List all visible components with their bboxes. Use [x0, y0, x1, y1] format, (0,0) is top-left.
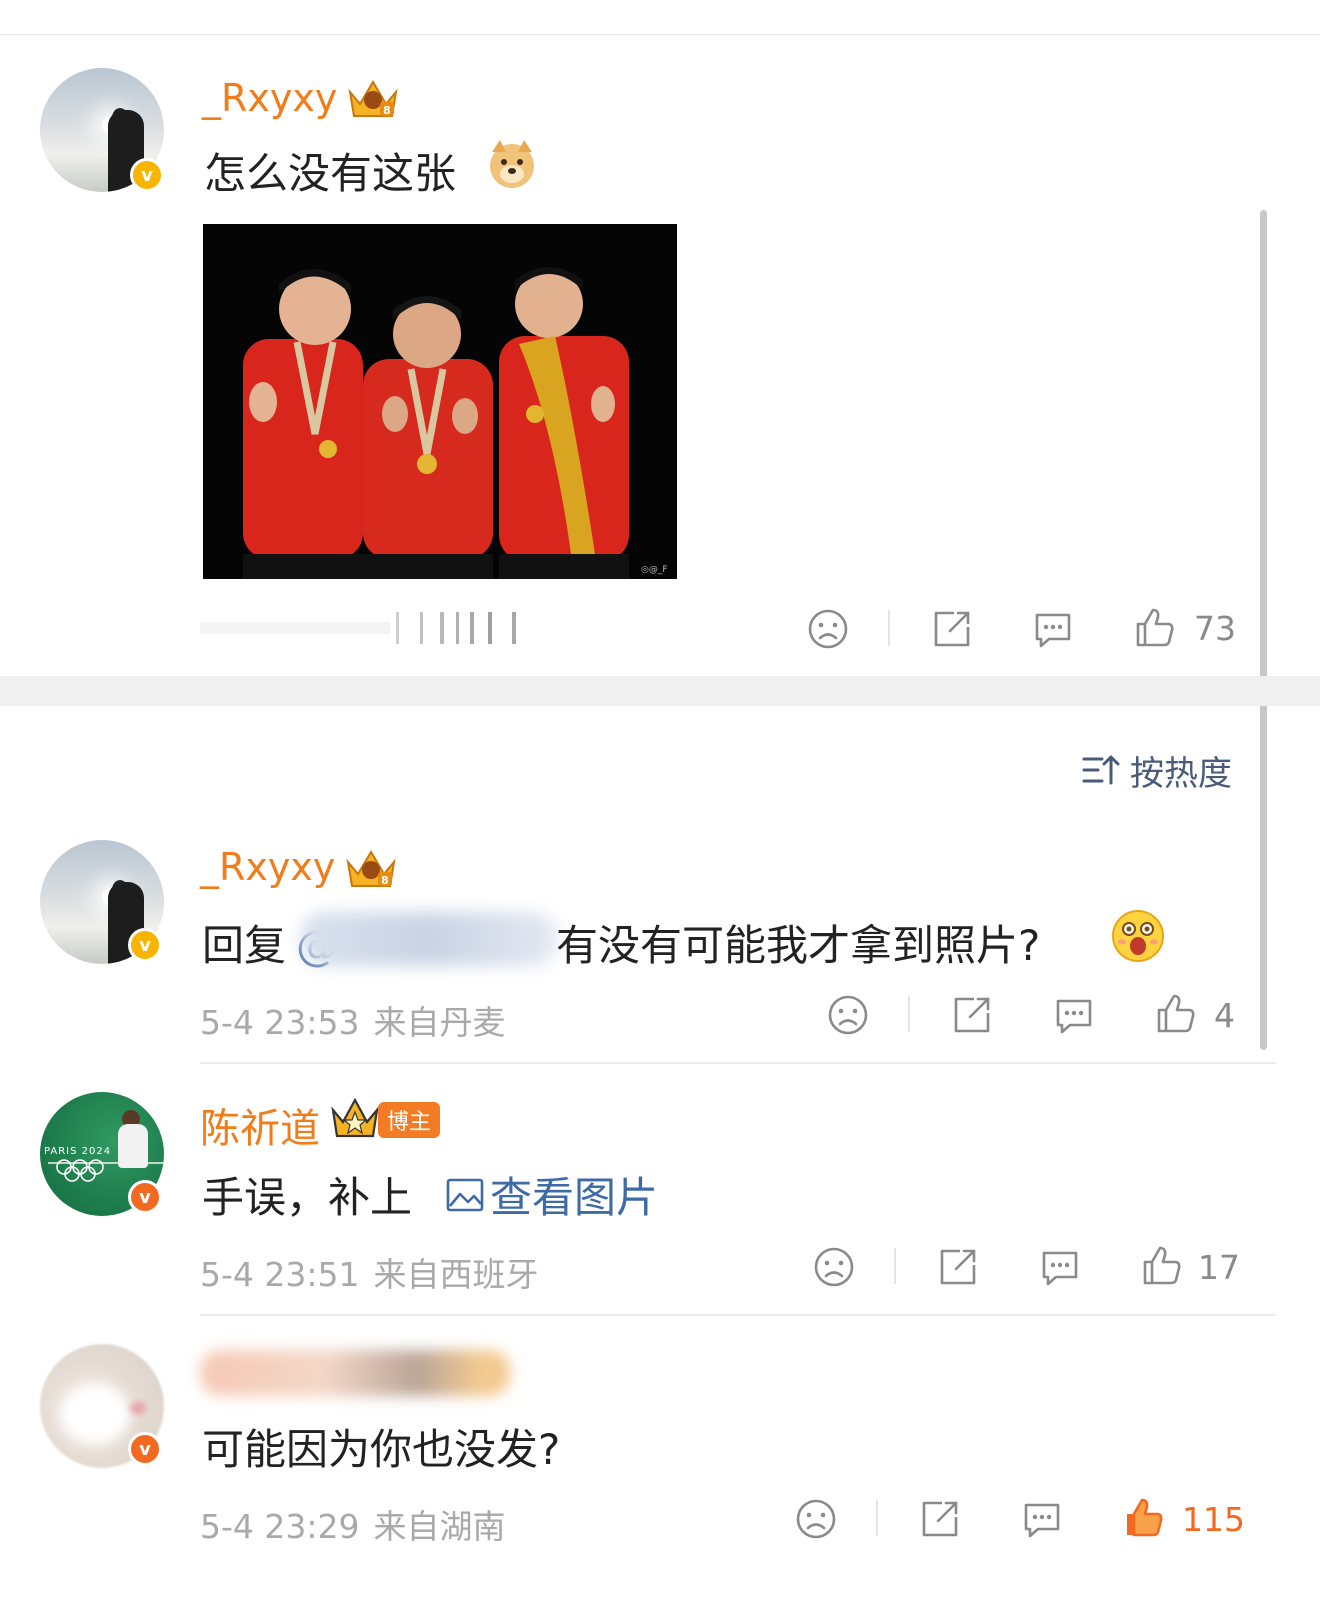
- comment-like-count: 115: [1182, 1500, 1245, 1539]
- svg-text:8: 8: [383, 104, 391, 117]
- share-icon[interactable]: [936, 1245, 980, 1289]
- view-image-link[interactable]: 查看图片: [444, 1164, 658, 1225]
- sort-icon: [1082, 755, 1120, 785]
- thumbs-up-icon[interactable]: [1122, 1495, 1166, 1539]
- comment-text: 手误，补上: [202, 1173, 413, 1222]
- comment-icon[interactable]: [1052, 993, 1096, 1037]
- thumbs-up-icon[interactable]: [1140, 1243, 1184, 1287]
- comment-location: 来自湖南: [373, 1507, 506, 1546]
- blogger-badge: 博主: [378, 1102, 440, 1138]
- crown-icon: [331, 1097, 379, 1138]
- verified-badge-icon: v: [128, 928, 162, 962]
- comment-icon[interactable]: [1038, 1245, 1082, 1289]
- sad-face-icon[interactable]: [806, 607, 850, 651]
- action-separator: [908, 996, 910, 1032]
- doge-emoji-icon: [490, 140, 534, 188]
- sad-face-icon[interactable]: [826, 993, 870, 1037]
- share-icon[interactable]: [918, 1497, 962, 1541]
- comment-time: 5-4 23:29: [200, 1507, 360, 1546]
- comment-text: 有没有可能我才拿到照片?: [556, 921, 1041, 970]
- blurred-mention: [300, 912, 558, 966]
- comment-divider: [200, 1314, 1276, 1316]
- action-separator: [888, 610, 890, 646]
- crown-icon: 8: [346, 850, 396, 887]
- comment-username[interactable]: 陈祈道: [200, 1096, 320, 1154]
- share-icon[interactable]: [930, 607, 974, 651]
- crown-icon: 8: [348, 80, 398, 117]
- sort-label: 按热度: [1130, 753, 1232, 794]
- svg-text:◎@_F: ◎@_F: [641, 565, 668, 575]
- comment-username[interactable]: _Rxyxy: [200, 845, 335, 889]
- comment-divider: [200, 1062, 1276, 1064]
- post-like-count: 73: [1194, 609, 1236, 648]
- post-text: 怎么没有这张: [204, 149, 457, 198]
- sad-face-icon[interactable]: [794, 1497, 838, 1541]
- comment-meta: 5-4 23:51 来自西班牙: [200, 1248, 539, 1296]
- verified-badge-icon: v: [130, 158, 164, 192]
- scrollbar[interactable]: [1260, 210, 1267, 1050]
- post-meta-faded: [200, 612, 516, 644]
- post-username[interactable]: _Rxyxy: [202, 76, 337, 120]
- comment-like-count: 17: [1198, 1248, 1240, 1287]
- post-image[interactable]: ◎@_F: [203, 224, 677, 579]
- comment-icon[interactable]: [1031, 607, 1075, 651]
- comment-meta: 5-4 23:53 来自丹麦: [200, 996, 506, 1044]
- comment-location: 来自丹麦: [373, 1003, 506, 1042]
- svg-text:8: 8: [381, 874, 389, 887]
- verified-badge-icon: v: [128, 1180, 162, 1214]
- surprised-emoji-icon: [1112, 910, 1164, 962]
- comment-location: 来自西班牙: [373, 1255, 539, 1294]
- verified-badge-icon: v: [128, 1432, 162, 1466]
- action-separator: [876, 1500, 878, 1536]
- comment-text: 可能因为你也没发?: [202, 1425, 561, 1474]
- sort-button[interactable]: 按热度: [1082, 748, 1232, 794]
- top-divider: [0, 34, 1320, 35]
- picture-icon: [446, 1178, 484, 1211]
- section-band: [0, 676, 1320, 706]
- sad-face-icon[interactable]: [812, 1245, 856, 1289]
- thumbs-up-icon[interactable]: [1133, 605, 1177, 649]
- blurred-username[interactable]: [200, 1350, 510, 1396]
- comment-time: 5-4 23:53: [200, 1003, 360, 1042]
- thumbs-up-icon[interactable]: [1154, 991, 1198, 1035]
- comment-meta: 5-4 23:29 来自湖南: [200, 1500, 506, 1548]
- comment-time: 5-4 23:51: [200, 1255, 360, 1294]
- action-separator: [894, 1248, 896, 1284]
- share-icon[interactable]: [950, 993, 994, 1037]
- comment-like-count: 4: [1214, 996, 1235, 1035]
- comment-icon[interactable]: [1020, 1497, 1064, 1541]
